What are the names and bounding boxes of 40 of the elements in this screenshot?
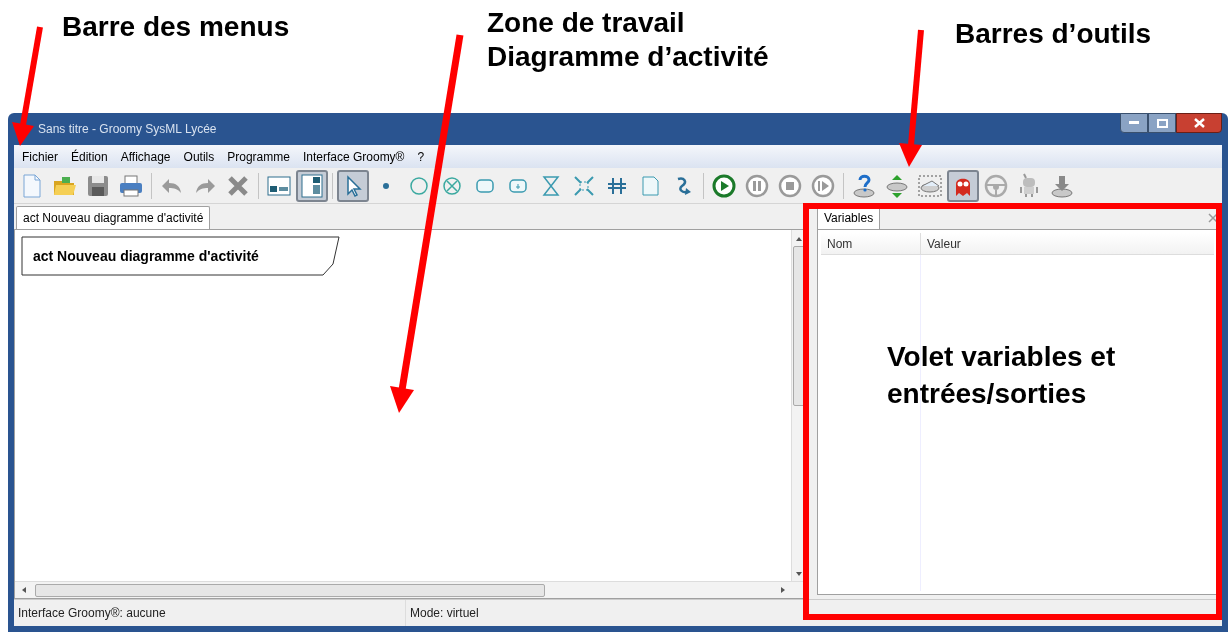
menu-item[interactable]: Édition: [65, 146, 114, 167]
horizontal-scrollbar[interactable]: [15, 581, 806, 598]
menu-item[interactable]: Programme: [221, 146, 296, 167]
menu-item[interactable]: Affichage: [114, 146, 177, 167]
steering-wheel-icon: [983, 172, 1009, 199]
annotation-label: Zone de travail Diagramme d’activité: [487, 6, 769, 74]
annotation-label: Barres d’outils: [955, 17, 1152, 51]
help-disk-icon: [851, 172, 877, 199]
diagram-frame-label: act Nouveau diagramme d'activité: [21, 236, 341, 276]
minimize-icon: [1129, 121, 1139, 125]
close-icon: [1193, 118, 1205, 128]
status-text: Interface Groomy®: aucune: [14, 600, 406, 626]
step-icon: [810, 172, 836, 199]
column-header[interactable]: Nom: [821, 233, 921, 254]
menu-item[interactable]: Interface Groomy®: [296, 146, 411, 167]
menu-item[interactable]: Fichier: [16, 146, 64, 167]
document-tab[interactable]: act Nouveau diagramme d'activité: [16, 206, 211, 229]
toolbar-button[interactable]: [947, 169, 979, 202]
scroll-thumb[interactable]: [35, 583, 545, 597]
toolbar-button[interactable]: [337, 169, 369, 202]
close-icon[interactable]: [1208, 213, 1218, 223]
annotation-label: Volet variables et entrées/sorties: [887, 340, 1116, 411]
stop-icon: [777, 172, 803, 199]
status-text: Mode: virtuel: [409, 605, 480, 622]
initial-node-icon: [382, 181, 390, 190]
window-title: Sans titre - Groomy SysML Lycée: [37, 121, 217, 138]
maximize-icon: [1156, 118, 1168, 128]
toolbar-button[interactable]: [296, 169, 328, 202]
sync-disk-icon: [884, 172, 910, 199]
annotation-label: Barre des menus: [62, 10, 290, 44]
minimize-button[interactable]: [1120, 113, 1148, 133]
menu-item[interactable]: ?: [411, 146, 431, 167]
column-header[interactable]: Valeur: [921, 233, 1214, 254]
play-icon: [711, 172, 737, 199]
close-button[interactable]: [1176, 113, 1222, 133]
layout-icon: [299, 172, 325, 199]
pause-icon: [744, 172, 770, 199]
maximize-button[interactable]: [1148, 113, 1176, 133]
menu-item[interactable]: Outils: [177, 146, 221, 167]
printer-icon: [118, 172, 144, 199]
